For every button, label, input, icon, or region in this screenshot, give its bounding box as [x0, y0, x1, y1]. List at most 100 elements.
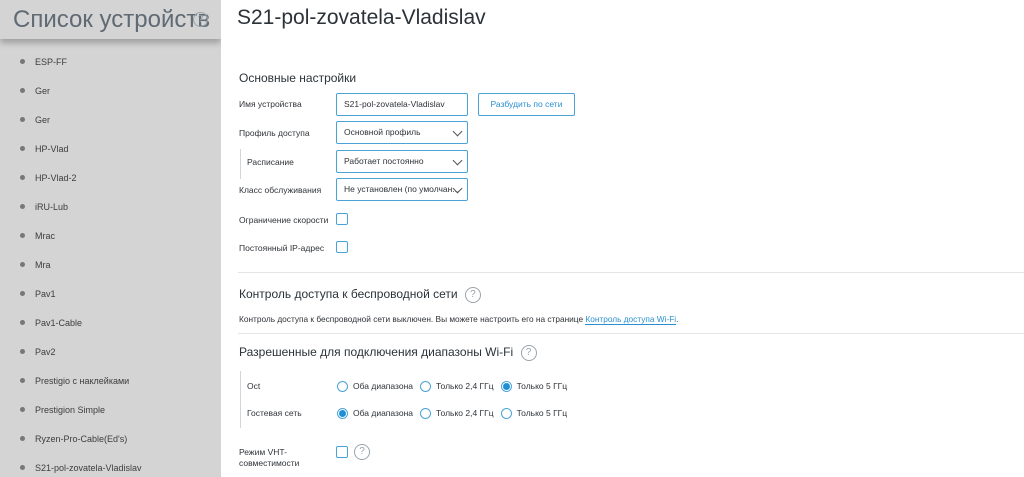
basic-settings-title: Основные настройки	[239, 71, 357, 85]
device-list-item[interactable]: Ger	[0, 105, 221, 134]
wake-on-lan-button[interactable]: Разбудить по сети	[478, 93, 575, 116]
device-name: Mrac	[35, 230, 55, 241]
access-profile-value: Основной профиль	[344, 127, 421, 137]
service-class-label: Класс обслуживания	[239, 185, 322, 195]
device-list-item[interactable]: HP-Vlad	[0, 134, 221, 163]
dot-icon	[20, 262, 25, 267]
device-name: HP-Vlad-2	[35, 172, 77, 183]
wireless-access-title: Контроль доступа к беспроводной сети ?	[239, 287, 481, 303]
help-icon[interactable]: ?	[354, 444, 370, 460]
device-name: Pav1-Cable	[35, 317, 83, 328]
device-sidebar: Список устройств ? ESP-FF Ger Ger HP-Vlad HP…	[0, 0, 221, 477]
device-list-item[interactable]: Ger	[0, 76, 221, 105]
wifi-ranges-title: Разрешенные для подключения диапазоны Wi…	[239, 345, 537, 361]
device-name: iRU-Lub	[35, 201, 69, 212]
device-name: S21-pol-zovatela-Vladislav	[35, 462, 142, 473]
device-name: Prestigio с наклейками	[35, 375, 130, 386]
dot-icon	[20, 88, 25, 93]
dot-icon	[20, 407, 25, 412]
service-class-select[interactable]: Не установлен (по умолчан...	[336, 178, 468, 201]
wifi-row-label: Oct	[247, 381, 261, 391]
radio-label: Оба диапазона	[353, 381, 413, 391]
schedule-value: Работает постоянно	[344, 156, 424, 166]
device-name: Ger	[35, 114, 51, 125]
device-list-item[interactable]: S21-pol-zovatela-Vladislav	[0, 453, 221, 477]
device-list-item[interactable]: Ryzen-Pro-Cable(Ed's)	[0, 424, 221, 453]
device-name: Mra	[35, 259, 51, 270]
device-list-item[interactable]: Pav1-Cable	[0, 308, 221, 337]
static-ip-checkbox[interactable]	[336, 241, 348, 253]
band-radio-option[interactable]: Только 5 ГГц	[500, 380, 568, 392]
schedule-indent-bar	[240, 149, 241, 179]
section-divider	[238, 333, 1024, 334]
device-name-input[interactable]: S21-pol-zovatela-Vladislav	[336, 93, 468, 116]
device-settings-panel: S21-pol-zovatela-Vladislav Основные наст…	[221, 0, 1024, 477]
chevron-down-icon	[452, 126, 463, 137]
band-radio-option[interactable]: Только 5 ГГц	[500, 407, 568, 419]
band-radio-option[interactable]: Оба диапазона	[337, 407, 413, 419]
help-icon[interactable]: ?	[464, 287, 481, 303]
radio-button[interactable]	[337, 380, 348, 392]
radio-label: Только 2,4 ГГц	[436, 408, 494, 418]
band-radio-group: Оба диапазона Только 2,4 ГГц Только 5 ГГц	[337, 406, 574, 420]
wireless-access-info: Контроль доступа к беспроводной сети вык…	[239, 314, 679, 325]
radio-label: Только 5 ГГц	[516, 408, 568, 418]
device-name-label: Имя устройства	[239, 99, 302, 109]
dot-icon	[20, 117, 25, 122]
dot-icon	[20, 465, 25, 470]
dot-icon	[20, 320, 25, 325]
device-name: Ryzen-Pro-Cable(Ed's)	[35, 433, 128, 444]
vht-label-line2: совместимости	[239, 458, 300, 468]
dot-icon	[20, 59, 25, 64]
device-list-item[interactable]: Pav1	[0, 279, 221, 308]
radio-button[interactable]	[420, 380, 431, 392]
band-radio-option[interactable]: Только 2,4 ГГц	[420, 380, 494, 392]
device-name: Prestigion Simple	[35, 404, 106, 415]
radio-button[interactable]	[337, 407, 348, 419]
device-name: Pav2	[35, 346, 56, 357]
device-list-item[interactable]: Pav2	[0, 337, 221, 366]
device-name: HP-Vlad	[35, 143, 69, 154]
wifi-access-control-link[interactable]: Контроль доступа Wi-Fi	[585, 314, 677, 325]
radio-label: Оба диапазона	[353, 408, 413, 418]
schedule-select[interactable]: Работает постоянно	[336, 150, 468, 173]
radio-label: Только 5 ГГц	[516, 381, 568, 391]
radio-button[interactable]	[420, 407, 431, 419]
sidebar-title: Список устройств	[13, 6, 211, 33]
schedule-label: Расписание	[247, 157, 294, 167]
device-list-item[interactable]: Mrac	[0, 221, 221, 250]
device-list: ESP-FF Ger Ger HP-Vlad HP-Vlad-2 iRU-Lub Mrac M…	[0, 47, 221, 477]
device-name: ESP-FF	[35, 56, 68, 67]
info-text-end: .	[676, 314, 679, 324]
dot-icon	[20, 291, 25, 296]
wireless-access-info-text: Контроль доступа к беспроводной сети вык…	[239, 314, 584, 324]
band-radio-group: Оба диапазона Только 2,4 ГГц Только 5 ГГц	[337, 379, 574, 393]
radio-button[interactable]	[500, 380, 512, 392]
help-icon[interactable]: ?	[520, 345, 537, 361]
chevron-down-icon	[452, 155, 463, 166]
device-list-item[interactable]: HP-Vlad-2	[0, 163, 221, 192]
dot-icon	[20, 204, 25, 209]
access-profile-select[interactable]: Основной профиль	[336, 121, 468, 144]
static-ip-label: Постоянный IP-адрес	[239, 243, 325, 253]
device-name: Ger	[35, 85, 51, 96]
band-radio-option[interactable]: Только 2,4 ГГц	[420, 407, 494, 419]
radio-label: Только 2,4 ГГц	[436, 381, 494, 391]
vht-checkbox[interactable]	[336, 446, 348, 458]
speed-limit-checkbox[interactable]	[336, 213, 348, 225]
wifi-ranges-indent-bar	[240, 371, 241, 428]
dot-icon	[20, 349, 25, 354]
device-list-item[interactable]: Mra	[0, 250, 221, 279]
dot-icon	[20, 146, 25, 151]
speed-limit-label: Ограничение скорости	[239, 215, 329, 225]
device-list-item[interactable]: Prestigion Simple	[0, 395, 221, 424]
device-list-item[interactable]: iRU-Lub	[0, 192, 221, 221]
dot-icon	[20, 436, 25, 441]
band-radio-option[interactable]: Оба диапазона	[337, 380, 413, 392]
help-icon[interactable]: ?	[193, 12, 208, 27]
vht-mode-label: Режим VHT- совместимости	[239, 447, 299, 469]
radio-button[interactable]	[500, 407, 512, 419]
device-list-item[interactable]: ESP-FF	[0, 47, 221, 76]
device-list-item[interactable]: Prestigio с наклейками	[0, 366, 221, 395]
wireless-access-title-text: Контроль доступа к беспроводной сети	[239, 287, 458, 302]
